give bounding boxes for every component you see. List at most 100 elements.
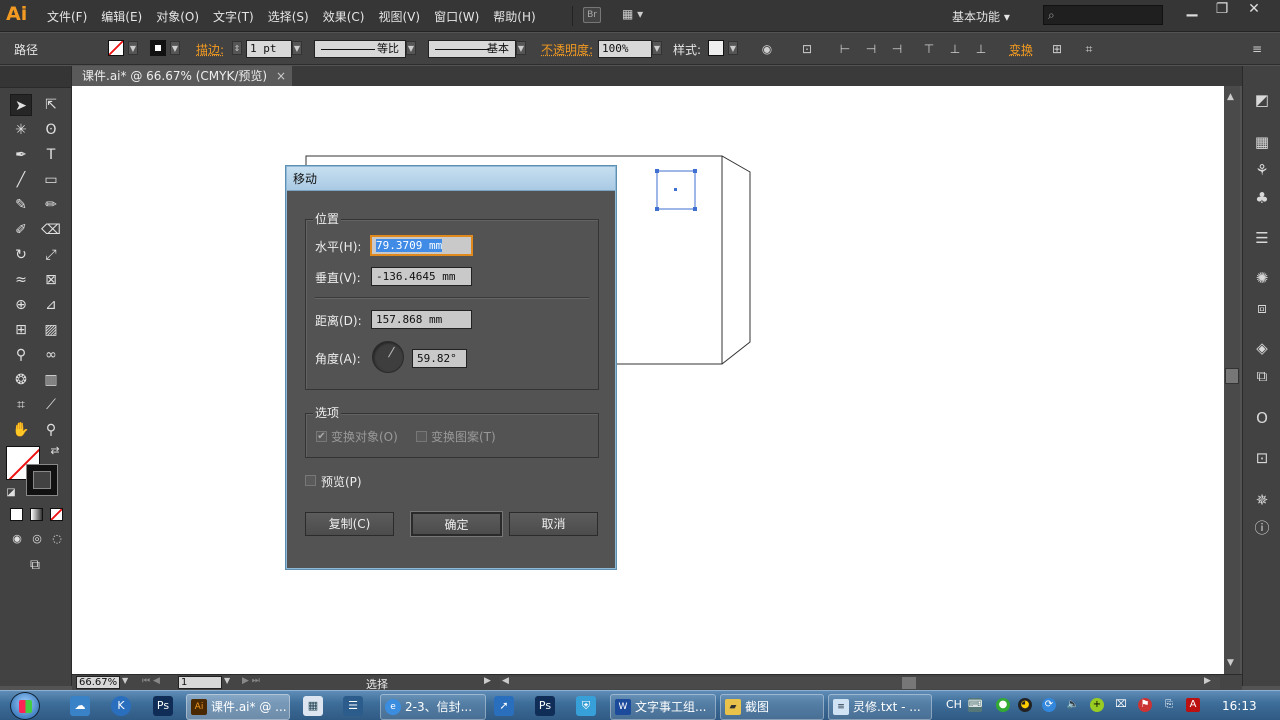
artboard-tool-icon[interactable]: ⌗: [10, 394, 32, 416]
brush-definition[interactable]: 基本: [428, 40, 516, 58]
draw-inside-icon[interactable]: ◌: [46, 528, 68, 550]
horizontal-input[interactable]: 79.3709 mm: [371, 236, 472, 255]
transform-panel-icon[interactable]: ⊡: [1252, 448, 1272, 468]
gradient-tool-icon[interactable]: ▨: [40, 319, 62, 341]
color-mode-icon[interactable]: [10, 508, 23, 521]
menu-object[interactable]: 对象(O): [149, 8, 206, 25]
kugou-icon[interactable]: K: [111, 696, 131, 716]
sync-icon[interactable]: ⟳: [1042, 698, 1056, 712]
stroke-dropdown-icon[interactable]: ▼: [170, 41, 180, 55]
slice-tool-icon[interactable]: ⟋: [40, 394, 62, 416]
arrow-app-icon[interactable]: ➚: [494, 696, 514, 716]
menu-effect[interactable]: 效果(C): [316, 8, 372, 25]
align-top-icon[interactable]: ⊤: [922, 42, 936, 56]
flag-icon[interactable]: ⚑: [1138, 698, 1152, 712]
acrobat-icon[interactable]: A: [1186, 698, 1200, 712]
symbol-sprayer-tool-icon[interactable]: ❂: [10, 369, 32, 391]
artboard-number-field[interactable]: 1: [178, 676, 222, 689]
eraser-tool-icon[interactable]: ⌫: [40, 219, 62, 241]
type-panel-icon[interactable]: O: [1252, 408, 1272, 428]
info-panel-icon[interactable]: ⓘ: [1252, 518, 1272, 538]
wechat-icon[interactable]: ●: [996, 698, 1010, 712]
artboards-panel-icon[interactable]: ⧉: [1252, 366, 1272, 386]
selection-handle[interactable]: [655, 169, 659, 173]
perspective-grid-tool-icon[interactable]: ⊿: [40, 294, 62, 316]
opacity-panel-link[interactable]: 不透明度:: [541, 41, 593, 58]
pen-tool-icon[interactable]: ✒: [10, 144, 32, 166]
menu-help[interactable]: 帮助(H): [486, 8, 542, 25]
volume-icon[interactable]: 🔈: [1066, 698, 1080, 712]
qq-icon[interactable]: ◕: [1018, 698, 1032, 712]
graphic-style-swatch[interactable]: [708, 40, 724, 56]
hscroll-thumb[interactable]: [902, 677, 916, 689]
last-artboard-icon[interactable]: ▶ ⏭: [242, 676, 260, 686]
arrange-icon[interactable]: ⌗: [1082, 42, 1096, 56]
gradient-mode-icon[interactable]: [30, 508, 43, 521]
paintbrush-tool-icon[interactable]: ✎: [10, 194, 32, 216]
opacity-field[interactable]: 100%: [598, 40, 652, 58]
dialog-title[interactable]: 移动: [287, 167, 615, 191]
scroll-left-icon[interactable]: ◀: [502, 676, 509, 686]
search-input[interactable]: ⌕: [1043, 5, 1163, 25]
stroke-panel-link[interactable]: 描边:: [196, 41, 224, 58]
stroke-stepper[interactable]: ⇕: [232, 41, 242, 55]
none-mode-icon[interactable]: [50, 508, 63, 521]
close-tab-icon[interactable]: ×: [276, 66, 286, 86]
default-colors-icon[interactable]: ◪: [0, 482, 22, 504]
transform-objects-checkbox[interactable]: ✔: [316, 431, 327, 442]
start-button[interactable]: [10, 692, 40, 720]
pencil-tool-icon[interactable]: ✏: [40, 194, 62, 216]
eyedropper-tool-icon[interactable]: ⚲: [10, 344, 32, 366]
language-indicator[interactable]: CH: [946, 698, 962, 711]
magic-wand-tool-icon[interactable]: ✳: [10, 119, 32, 141]
swap-colors-icon[interactable]: ⇄: [44, 440, 66, 462]
shield-app-icon[interactable]: ⛨: [576, 696, 596, 716]
scroll-down-icon[interactable]: ▼: [1227, 658, 1234, 668]
arrange-documents-icon[interactable]: ▦ ▾: [622, 7, 650, 23]
ok-button[interactable]: 确定: [411, 512, 502, 536]
opacity-dropdown-icon[interactable]: ▼: [652, 41, 662, 55]
scroll-right-icon[interactable]: ▶: [1204, 676, 1211, 686]
selection-handle[interactable]: [693, 207, 697, 211]
direct-selection-tool-icon[interactable]: ⇱: [40, 94, 62, 116]
screen-mode-icon[interactable]: ⧉: [24, 554, 46, 576]
lasso-tool-icon[interactable]: ʘ: [40, 119, 62, 141]
taskbar-browser[interactable]: e 2-3、信封...: [380, 694, 486, 720]
vertical-scrollbar[interactable]: ▲ ▼: [1224, 86, 1240, 674]
status-menu-icon[interactable]: ▶: [484, 676, 491, 686]
menu-type[interactable]: 文字(T): [206, 8, 261, 25]
align-left-icon[interactable]: ⊢: [838, 42, 852, 56]
clock[interactable]: 16:13: [1222, 699, 1257, 713]
document-tab[interactable]: 课件.ai* @ 66.67% (CMYK/预览) ×: [72, 66, 292, 86]
selection-handle[interactable]: [655, 207, 659, 211]
selection-tool-icon[interactable]: ➤: [10, 94, 32, 116]
rectangle-tool-icon[interactable]: ▭: [40, 169, 62, 191]
preview-checkbox[interactable]: [305, 475, 316, 486]
zoom-tool-icon[interactable]: ⚲: [40, 419, 62, 441]
menu-select[interactable]: 选择(S): [261, 8, 316, 25]
stroke-swatch[interactable]: [150, 40, 166, 56]
explorer-list-icon[interactable]: ☰: [343, 696, 363, 716]
draw-behind-icon[interactable]: ◎: [26, 528, 48, 550]
usb-icon[interactable]: ⎘: [1162, 698, 1176, 712]
brushes-panel-icon[interactable]: ⚘: [1252, 160, 1272, 180]
layers-panel-icon[interactable]: ◈: [1252, 338, 1272, 358]
close-window-button[interactable]: ✕: [1238, 0, 1270, 20]
menu-view[interactable]: 视图(V): [371, 8, 427, 25]
symbol-options-icon[interactable]: ✵: [1252, 490, 1272, 510]
line-tool-icon[interactable]: ╱: [10, 169, 32, 191]
warp-tool-icon[interactable]: ≈: [10, 269, 32, 291]
stroke-color-box[interactable]: [26, 464, 58, 496]
fill-dropdown-icon[interactable]: ▼: [128, 41, 138, 55]
align-right-icon[interactable]: ⊣: [890, 42, 904, 56]
rotate-tool-icon[interactable]: ↻: [10, 244, 32, 266]
brush-dropdown-icon[interactable]: ▼: [516, 41, 526, 55]
graphic-styles-panel-icon[interactable]: ⧈: [1252, 298, 1272, 318]
keyboard-icon[interactable]: ⌨: [968, 698, 982, 712]
cancel-button[interactable]: 取消: [509, 512, 598, 536]
style-dropdown-icon[interactable]: ▼: [728, 41, 738, 55]
photoshop-2-icon[interactable]: Ps: [535, 696, 555, 716]
stroke-weight-field[interactable]: 1 pt: [246, 40, 292, 58]
menu-window[interactable]: 窗口(W): [427, 8, 486, 25]
distance-input[interactable]: 157.868 mm: [371, 310, 472, 329]
